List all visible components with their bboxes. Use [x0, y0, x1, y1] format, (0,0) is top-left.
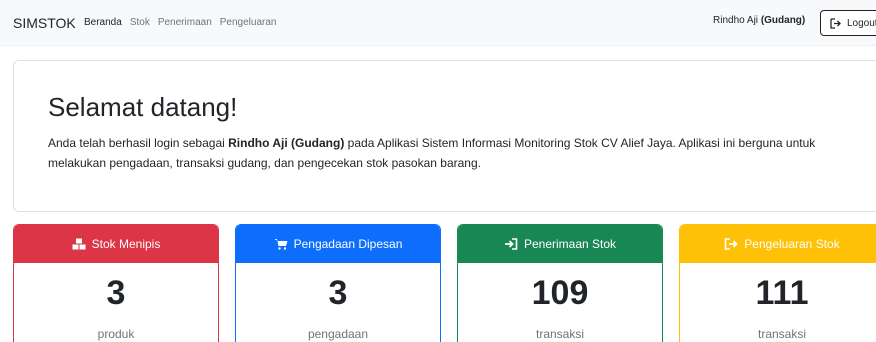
welcome-title: Selamat datang! — [48, 92, 238, 122]
cubes-icon — [72, 238, 86, 250]
nav-links: Beranda Stok Penerimaan Pengeluaran — [84, 17, 276, 28]
user-name: Rindho Aji — [713, 15, 759, 26]
logout-label: Logout — [847, 17, 876, 29]
sign-in-icon — [504, 238, 518, 250]
nav-link-pengeluaran[interactable]: Pengeluaran — [220, 17, 277, 28]
card-title: Stok Menipis — [91, 237, 161, 251]
card-pengeluaran-stok[interactable]: Pengeluaran Stok 111 transaksi — [679, 224, 876, 342]
card-value: 111 — [755, 274, 809, 312]
brand-logo[interactable]: SIMSTOK — [13, 15, 76, 31]
card-unit: produk — [97, 327, 135, 341]
card-title: Pengadaan Dipesan — [293, 237, 403, 251]
logout-button[interactable]: Logout — [820, 10, 876, 36]
card-stok-menipis[interactable]: Stok Menipis 3 produk — [13, 224, 219, 342]
user-role: (Gudang) — [760, 15, 806, 26]
card-penerimaan-stok[interactable]: Penerimaan Stok 109 transaksi — [457, 224, 663, 342]
sign-out-icon — [724, 238, 739, 250]
card-header: Penerimaan Stok — [458, 225, 662, 263]
welcome-user: Rindho Aji (Gudang) — [228, 136, 345, 150]
nav-link-stok[interactable]: Stok — [130, 17, 150, 28]
navbar: SIMSTOK Beranda Stok Penerimaan Pengelua… — [0, 0, 876, 46]
card-value: 3 — [328, 274, 348, 312]
cart-icon — [274, 238, 288, 250]
card-unit: pengadaan — [307, 327, 369, 341]
nav-link-beranda[interactable]: Beranda — [84, 17, 122, 28]
card-value: 109 — [531, 274, 589, 312]
card-unit: transaksi — [757, 327, 807, 341]
card-header: Pengeluaran Stok — [680, 225, 876, 263]
nav-link-penerimaan[interactable]: Penerimaan — [158, 17, 212, 28]
card-value: 3 — [106, 274, 126, 312]
card-header: Stok Menipis — [14, 225, 218, 263]
user-info: Rindho Aji (Gudang) — [713, 15, 805, 26]
sign-out-icon — [829, 17, 843, 29]
welcome-text: Anda telah berhasil login sebagai Rindho… — [48, 133, 828, 173]
welcome-text-before: Anda telah berhasil login sebagai — [48, 136, 229, 150]
card-title: Penerimaan Stok — [523, 237, 617, 251]
card-header: Pengadaan Dipesan — [236, 225, 440, 263]
card-title: Pengeluaran Stok — [744, 237, 840, 251]
welcome-panel: Selamat datang! Anda telah berhasil logi… — [13, 60, 876, 212]
card-pengadaan-dipesan[interactable]: Pengadaan Dipesan 3 pengadaan — [235, 224, 441, 342]
card-unit: transaksi — [535, 327, 585, 341]
